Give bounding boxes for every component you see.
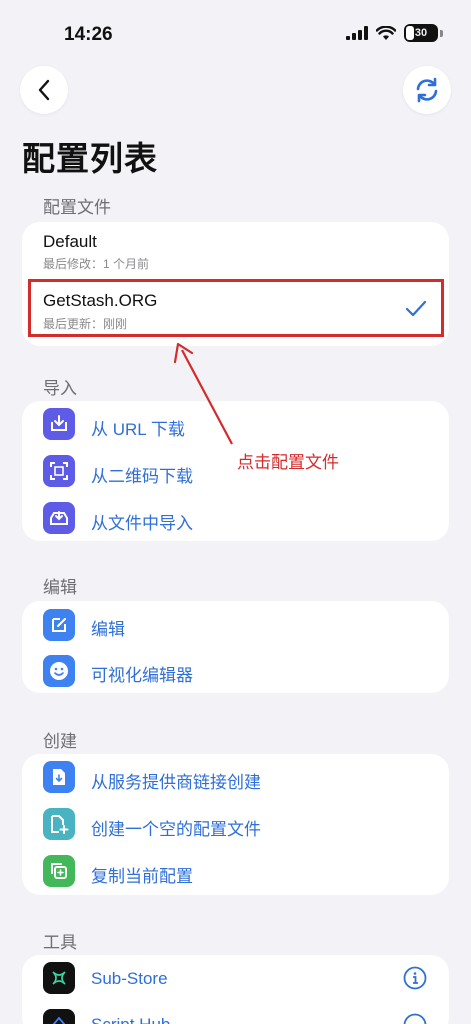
edit-card: 编辑 可视化编辑器	[22, 601, 449, 693]
status-icons: 30	[346, 24, 443, 42]
visual-editor-label: 可视化编辑器	[91, 666, 193, 685]
back-button[interactable]	[20, 66, 68, 114]
info-icon[interactable]	[403, 966, 427, 990]
tools-card: Sub-Store Script Hub	[22, 955, 449, 1024]
section-label-tools: 工具	[43, 933, 77, 952]
create-from-provider-label: 从服务提供商链接创建	[91, 773, 261, 792]
copy-icon	[43, 855, 75, 887]
annotation-highlight-box	[28, 279, 444, 337]
tray-import-icon	[43, 502, 75, 534]
scripthub-label: Script Hub	[91, 1015, 170, 1024]
battery-cap	[440, 29, 443, 37]
substore-icon	[43, 962, 75, 994]
section-label-edit: 编辑	[43, 578, 77, 597]
profile-subtitle: 最后修改：1 个月前	[43, 257, 150, 271]
chevron-left-icon	[38, 79, 50, 101]
section-label-create: 创建	[43, 732, 77, 751]
substore-label: Sub-Store	[91, 969, 168, 988]
copy-current-row[interactable]: 复制当前配置	[22, 848, 449, 895]
create-empty-row[interactable]: 创建一个空的配置文件	[22, 801, 449, 848]
wifi-icon	[376, 25, 396, 40]
edit-icon	[43, 609, 75, 641]
import-from-file-label: 从文件中导入	[91, 514, 193, 533]
refresh-button[interactable]	[403, 66, 451, 114]
create-card: 从服务提供商链接创建 创建一个空的配置文件 复制当前配置	[22, 754, 449, 895]
edit-row[interactable]: 编辑	[22, 601, 449, 647]
import-from-qrcode-label: 从二维码下载	[91, 467, 193, 486]
refresh-icon	[416, 77, 438, 103]
doc-download-icon	[43, 761, 75, 793]
section-label-profiles: 配置文件	[43, 198, 111, 217]
qrcode-icon	[43, 455, 75, 487]
annotation-text: 点击配置文件	[237, 453, 339, 472]
edit-label: 编辑	[91, 620, 125, 639]
scripthub-icon	[43, 1009, 75, 1024]
create-from-provider-row[interactable]: 从服务提供商链接创建	[22, 754, 449, 801]
profile-row-default[interactable]: Default 最后修改：1 个月前	[22, 222, 449, 280]
info-icon[interactable]	[403, 1013, 427, 1024]
annotation-arrow	[173, 342, 233, 445]
battery-icon: 30	[404, 24, 438, 42]
substore-row[interactable]: Sub-Store	[22, 955, 449, 1001]
copy-current-label: 复制当前配置	[91, 867, 193, 886]
profile-name: Default	[43, 232, 97, 251]
scripthub-row[interactable]: Script Hub	[22, 1001, 449, 1024]
battery-level: 30	[414, 27, 428, 39]
page-title: 配置列表	[22, 140, 158, 177]
status-bar: 14:26 30	[0, 0, 471, 70]
import-from-qrcode[interactable]: 从二维码下载	[22, 448, 449, 495]
download-icon	[43, 408, 75, 440]
signal-icon	[346, 26, 368, 40]
smiley-icon	[43, 655, 75, 687]
status-time: 14:26	[64, 24, 113, 45]
create-empty-label: 创建一个空的配置文件	[91, 820, 261, 839]
visual-editor-row[interactable]: 可视化编辑器	[22, 647, 449, 693]
doc-plus-icon	[43, 808, 75, 840]
import-from-file[interactable]: 从文件中导入	[22, 495, 449, 542]
section-label-import: 导入	[43, 379, 77, 398]
